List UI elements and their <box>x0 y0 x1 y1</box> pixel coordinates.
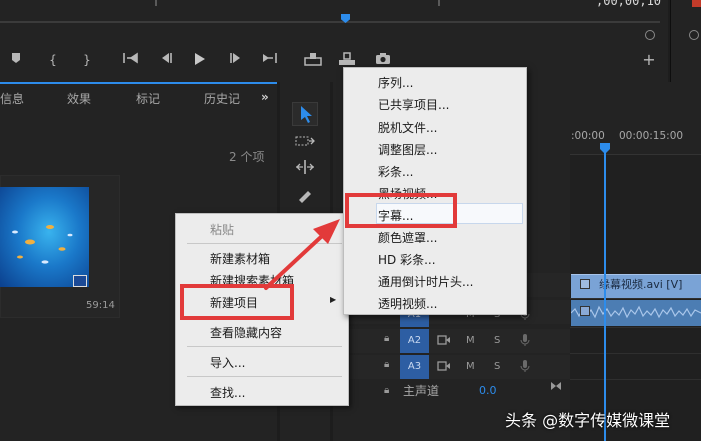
go-to-out-icon[interactable] <box>260 52 278 68</box>
track-divider <box>570 327 701 328</box>
submenu-item-bars-tone[interactable]: 彩条... <box>378 163 413 180</box>
record-indicator <box>692 0 701 7</box>
selection-arrow-icon <box>301 106 312 123</box>
lock-icon[interactable]: 🔒︎ <box>384 333 389 344</box>
menu-item-paste[interactable]: 粘贴 <box>210 221 234 238</box>
add-icon[interactable]: + <box>641 52 657 68</box>
timeline-playhead-line[interactable] <box>604 150 606 441</box>
audio-waveform-icon <box>571 305 701 319</box>
lock-icon[interactable]: 🔒︎ <box>384 385 389 396</box>
scrubber-tick <box>155 0 157 6</box>
ripple-edit-icon[interactable] <box>295 159 315 178</box>
voiceover-icon[interactable] <box>437 335 451 348</box>
panel-overflow-icon[interactable]: » <box>261 90 269 104</box>
menu-separator <box>187 376 342 377</box>
submenu-item-adjustment-layer[interactable]: 调整图层... <box>378 141 437 158</box>
step-back-icon[interactable] <box>157 52 175 68</box>
menu-item-new-bin[interactable]: 新建素材箱 <box>210 250 270 267</box>
tab-effects[interactable]: 效果 <box>67 90 91 107</box>
scroll-handle[interactable] <box>689 30 699 40</box>
menu-item-import[interactable]: 导入... <box>210 354 245 371</box>
clip-name: 缘幕视频.avi [V] <box>599 278 683 291</box>
clip-thumbnail-image[interactable] <box>0 187 89 287</box>
submenu-item-offline-file[interactable]: 脱机文件... <box>378 119 437 136</box>
lift-icon[interactable] <box>303 52 323 68</box>
annotation-box-new-item <box>180 284 294 320</box>
clip-duration: 59:14 <box>86 300 115 311</box>
watermark: 头条 @数字传媒微课堂 <box>505 411 671 430</box>
video-clip[interactable]: 缘幕视频.avi [V] <box>571 274 701 298</box>
fx-badge-icon <box>580 279 590 289</box>
selection-tool[interactable] <box>292 102 318 126</box>
tab-history[interactable]: 历史记 <box>204 90 240 107</box>
ruler-label: 00:00:15:00 <box>619 130 684 142</box>
monitor-scrubber-bar[interactable] <box>0 21 660 23</box>
track-target-a3[interactable]: A3 <box>400 355 429 379</box>
camera-icon[interactable] <box>373 52 393 68</box>
marker-icon[interactable] <box>8 52 24 68</box>
microphone-icon[interactable] <box>520 359 530 376</box>
track-divider <box>570 298 701 299</box>
menu-separator <box>187 243 342 244</box>
mute-button[interactable]: M <box>466 335 475 346</box>
audio-clip[interactable] <box>571 300 701 326</box>
menu-item-view-hidden[interactable]: 查看隐藏内容 <box>210 324 282 341</box>
submenu-item-sequence[interactable]: 序列... <box>378 74 413 91</box>
submenu-item-color-matte[interactable]: 颜色遮罩... <box>378 229 437 246</box>
step-forward-icon[interactable] <box>227 52 245 68</box>
clip-type-badge-icon <box>73 275 87 287</box>
extract-icon[interactable] <box>337 52 357 68</box>
master-volume-value[interactable]: 0.0 <box>479 384 497 397</box>
track-divider <box>570 353 701 354</box>
fx-badge-icon <box>580 306 590 316</box>
voiceover-icon[interactable] <box>437 361 451 374</box>
right-panel-strip <box>670 0 701 82</box>
submenu-item-hd-bars[interactable]: HD 彩条... <box>378 251 436 268</box>
go-to-in-icon[interactable] <box>122 52 140 68</box>
mute-button[interactable]: M <box>466 361 475 372</box>
master-track-label: 主声道 <box>403 384 440 398</box>
track-header-a2[interactable] <box>333 329 570 353</box>
menu-item-find[interactable]: 查找... <box>210 384 245 401</box>
menu-separator <box>187 346 342 347</box>
solo-button[interactable]: S <box>494 335 500 346</box>
tab-markers[interactable]: 标记 <box>136 90 160 107</box>
timecode-readout[interactable]: ;00;00;10 <box>596 0 661 8</box>
microphone-icon[interactable] <box>520 333 530 350</box>
scrubber-tick <box>438 0 440 6</box>
master-end-icon[interactable] <box>550 381 562 394</box>
mark-in-icon[interactable]: { <box>46 52 60 68</box>
submenu-item-countdown[interactable]: 通用倒计时片头... <box>378 273 473 290</box>
program-monitor <box>0 0 668 82</box>
track-select-icon[interactable] <box>295 134 315 151</box>
ruler-label: :00:00 <box>571 130 605 142</box>
track-target-a2[interactable]: A2 <box>400 329 429 353</box>
submenu-item-shared-project[interactable]: 已共享项目... <box>378 96 449 113</box>
tab-info[interactable]: 信息 <box>0 90 24 107</box>
item-count: 2 个项 <box>229 150 265 164</box>
scrubber-end-handle[interactable] <box>645 30 655 40</box>
solo-button[interactable]: S <box>494 361 500 372</box>
submenu-arrow-icon: ▶ <box>330 295 337 304</box>
mark-out-icon[interactable]: } <box>80 52 94 68</box>
lock-icon[interactable]: 🔒︎ <box>384 359 389 370</box>
play-icon[interactable] <box>192 52 208 68</box>
annotation-box-caption <box>345 193 457 228</box>
submenu-item-transparent-video[interactable]: 透明视频... <box>378 295 437 312</box>
track-divider <box>570 379 701 380</box>
razor-icon[interactable] <box>296 186 314 207</box>
track-header-a3[interactable] <box>333 355 570 379</box>
